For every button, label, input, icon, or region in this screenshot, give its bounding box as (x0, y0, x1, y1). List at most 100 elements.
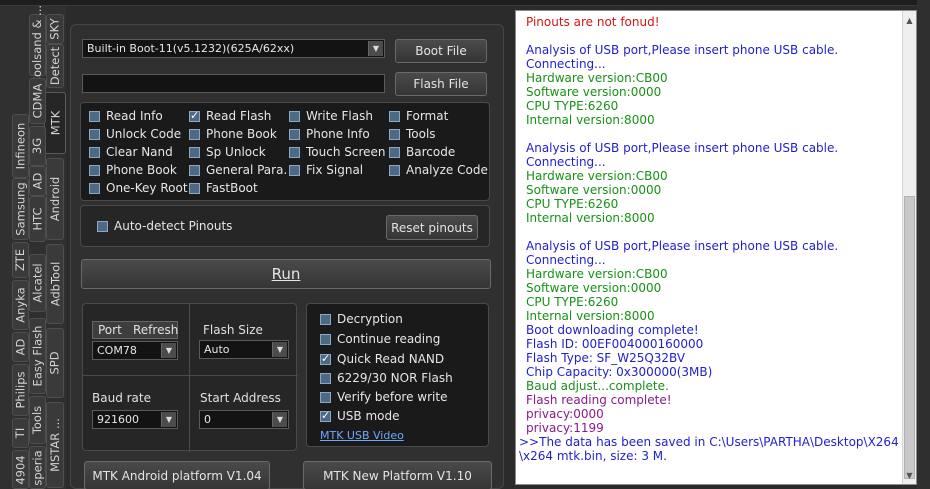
tab-4904[interactable]: 4904 (12, 450, 29, 489)
start-address-value: 0 (204, 413, 211, 426)
checkbox-box (89, 182, 100, 194)
phone-book-checkbox[interactable]: Phone Book (189, 127, 277, 141)
tab-label: Detect (48, 46, 63, 86)
tab-zte[interactable]: ZTE (12, 242, 29, 278)
tab-sky[interactable]: SKY (46, 14, 64, 44)
scroll-down-icon[interactable]: ▼ (903, 468, 916, 482)
tab-mtk[interactable]: MTK (44, 92, 66, 154)
scrollbar-thumb[interactable] (904, 196, 915, 479)
phone-book-2-checkbox[interactable]: Phone Book (89, 163, 177, 177)
tab-cdma[interactable]: CDMA (29, 78, 46, 124)
touch-screen-checkbox[interactable]: Touch Screen (289, 145, 386, 159)
checkbox-label: Continue reading (337, 332, 441, 346)
baud-rate-select[interactable]: 921600 ▼ (92, 410, 178, 429)
usb-mode-checkbox[interactable]: USB mode (320, 409, 399, 423)
tab-samsung[interactable]: Samsung (12, 178, 29, 240)
unlock-code-checkbox[interactable]: Unlock Code (89, 127, 181, 141)
checkbox-box (89, 164, 100, 176)
analyze-code-checkbox[interactable]: Analyze Code (389, 163, 488, 177)
fastboot-checkbox[interactable]: FastBoot (189, 181, 258, 195)
tab-anyka[interactable]: Anyka (12, 280, 29, 330)
tab-label: Easy Flash (30, 325, 45, 387)
checkbox-box (189, 128, 200, 140)
tab-label: Infineon (13, 122, 28, 170)
tab-label: CDMA (30, 83, 45, 119)
read-flash-checkbox[interactable]: Read Flash (189, 109, 271, 123)
tab-coolsand[interactable]: Coolsand & ... (29, 5, 46, 85)
chevron-down-icon[interactable]: ▼ (272, 412, 287, 427)
boot-file-button[interactable]: Boot File (395, 39, 487, 63)
mtk-android-platform-button[interactable]: MTK Android platform V1.04 (84, 461, 270, 489)
chevron-down-icon[interactable]: ▼ (161, 412, 176, 427)
checkbox-label: Barcode (406, 145, 456, 159)
log-line: CPU TYPE:6260 (526, 197, 619, 211)
port-select[interactable]: COM78 ▼ (92, 341, 178, 360)
log-line: Analysis of USB port,Please insert phone… (526, 239, 839, 253)
nor-flash-checkbox[interactable]: 6229/30 NOR Flash (320, 371, 453, 385)
scroll-up-icon[interactable]: ▲ (903, 13, 916, 27)
tab-detect[interactable]: Detect (46, 44, 64, 88)
boot-select[interactable]: Built-in Boot-11(v5.1232)(625A/62xx) ▼ (82, 39, 385, 58)
verify-before-write-checkbox[interactable]: Verify before write (320, 390, 447, 404)
tab-speria[interactable]: speria (29, 446, 46, 489)
tab-ad-2[interactable]: AD (12, 332, 29, 362)
quick-read-nand-checkbox[interactable]: Quick Read NAND (320, 352, 444, 366)
mtk-main-panel: Built-in Boot-11(v5.1232)(625A/62xx) ▼ B… (70, 24, 504, 489)
tab-label: SPD (48, 351, 62, 375)
sp-unlock-checkbox[interactable]: Sp Unlock (189, 145, 266, 159)
run-button-label: Run (271, 265, 301, 283)
log-output-panel[interactable]: Pinouts are not fonud! Analysis of USB po… (515, 10, 917, 485)
checkbox-label: Auto-detect Pinouts (114, 219, 233, 233)
tab-3g[interactable]: 3G (29, 126, 46, 166)
mtk-usb-video-link[interactable]: MTK USB Video (320, 429, 404, 442)
continue-reading-checkbox[interactable]: Continue reading (320, 332, 440, 346)
checkbox-label: Quick Read NAND (337, 352, 445, 366)
start-address-select[interactable]: 0 ▼ (199, 410, 289, 429)
flash-size-select[interactable]: Auto ▼ (199, 340, 289, 359)
log-line: Software version:0000 (526, 183, 662, 197)
tab-easy-flash[interactable]: Easy Flash (29, 318, 46, 394)
clear-nand-checkbox[interactable]: Clear Nand (89, 145, 173, 159)
phone-info-checkbox[interactable]: Phone Info (289, 127, 370, 141)
flash-file-button[interactable]: Flash File (395, 72, 487, 96)
tab-mstar[interactable]: MSTAR ... (46, 402, 64, 488)
checkbox-label: Read Info (106, 109, 163, 123)
general-para-checkbox[interactable]: General Para. (189, 163, 287, 177)
tab-tools[interactable]: Tools (29, 396, 46, 444)
tools-checkbox[interactable]: Tools (389, 127, 436, 141)
auto-detect-pinouts-checkbox[interactable]: Auto-detect Pinouts (97, 219, 232, 233)
chevron-down-icon[interactable]: ▼ (368, 41, 383, 56)
checkbox-box (97, 220, 108, 232)
tab-htc[interactable]: HTC (29, 196, 46, 242)
read-info-checkbox[interactable]: Read Info (89, 109, 163, 123)
tab-alcatel[interactable]: Alcatel (29, 254, 46, 312)
flash-file-path-field[interactable] (82, 74, 385, 93)
fix-signal-checkbox[interactable]: Fix Signal (289, 163, 363, 177)
log-line: Software version:0000 (526, 85, 662, 99)
one-key-root-checkbox[interactable]: One-Key Root (89, 181, 188, 195)
chevron-down-icon[interactable]: ▼ (272, 342, 287, 357)
log-line: privacy:1199 (526, 421, 604, 435)
tab-spd[interactable]: SPD (46, 328, 64, 398)
checkbox-box (189, 182, 200, 194)
tab-android[interactable]: Android (46, 158, 64, 240)
checkbox-box (320, 333, 331, 345)
tab-philips[interactable]: Philips (12, 364, 29, 416)
refresh-label[interactable]: Refresh (133, 323, 178, 337)
barcode-checkbox[interactable]: Barcode (389, 145, 455, 159)
log-scrollbar[interactable]: ▲ ▼ (902, 11, 916, 484)
tab-adbtool[interactable]: AdbTool (46, 244, 64, 324)
checkbox-label: Clear Nand (106, 145, 173, 159)
mtk-new-platform-button[interactable]: MTK New Platform V1.10 (303, 461, 492, 489)
tab-infineon[interactable]: Infineon (12, 114, 29, 178)
tab-ti[interactable]: TI (12, 418, 29, 448)
checkbox-box (320, 313, 331, 325)
log-line: >>The data has been saved in C:\Users\PA… (519, 435, 899, 449)
tab-ad[interactable]: AD (29, 166, 46, 196)
chevron-down-icon[interactable]: ▼ (161, 343, 176, 358)
decryption-checkbox[interactable]: Decryption (320, 312, 403, 326)
format-checkbox[interactable]: Format (389, 109, 448, 123)
run-button[interactable]: Run (81, 259, 491, 289)
reset-pinouts-button[interactable]: Reset pinouts (386, 215, 478, 240)
write-flash-checkbox[interactable]: Write Flash (289, 109, 373, 123)
